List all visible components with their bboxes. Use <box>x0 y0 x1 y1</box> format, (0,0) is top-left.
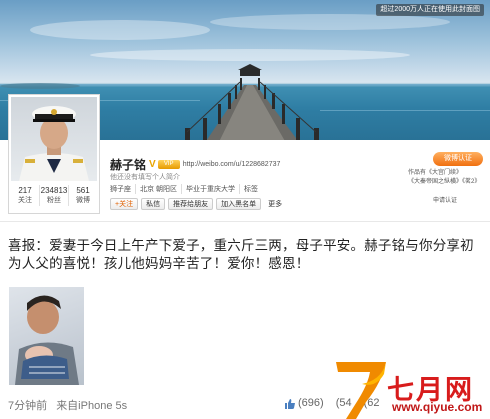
info-school[interactable]: 毕业于重庆大学 <box>186 184 240 194</box>
works-line-2: 《大秦帝国之纵横》《茗2》 <box>408 179 481 185</box>
stat-following[interactable]: 217 关注 <box>11 185 40 206</box>
info-zodiac: 狮子座 <box>110 184 136 194</box>
stat-following-count: 217 <box>18 186 32 195</box>
post-photo[interactable] <box>9 287 84 385</box>
info-location[interactable]: 北京 朝阳区 <box>140 184 182 194</box>
profile-stats: 217 关注 234813 粉丝 561 微博 <box>11 185 97 206</box>
like-count: (696) <box>298 397 324 409</box>
stat-fans-label: 粉丝 <box>47 197 61 204</box>
thumbs-up-icon <box>285 398 295 409</box>
section-divider <box>0 221 490 222</box>
message-button[interactable]: 私信 <box>141 198 166 210</box>
stat-weibo-label: 微博 <box>76 197 90 204</box>
recommend-button[interactable]: 推荐给朋友 <box>168 198 214 210</box>
site-watermark: 七月网 www.qiyue.com <box>332 362 490 419</box>
works-line-1: 作品有《大宫门续》 <box>408 170 463 176</box>
like-button[interactable]: (696) <box>284 397 324 409</box>
post-source[interactable]: 来自iPhone 5s <box>56 400 127 412</box>
weibo-cert-button[interactable]: 微博认证 <box>433 152 483 166</box>
profile-url[interactable]: http://weibo.com/u/1228682737 <box>183 161 281 168</box>
vip-badge[interactable]: VIP <box>157 159 180 169</box>
stat-weibo[interactable]: 561 微博 <box>69 185 97 206</box>
profile-works: 作品有《大宫门续》 《大秦帝国之纵横》《茗2》 <box>408 169 488 187</box>
stat-fans-count: 234813 <box>40 186 68 195</box>
profile-info: 狮子座 北京 朝阳区 毕业于重庆大学 标签 <box>110 184 266 194</box>
blacklist-button[interactable]: 加入黑名单 <box>216 198 262 210</box>
profile-name-row: 赫子铭 V VIP http://weibo.com/u/1228682737 <box>110 156 281 173</box>
stat-following-label: 关注 <box>18 197 32 204</box>
stat-fans[interactable]: 234813 粉丝 <box>40 185 69 206</box>
stat-weibo-count: 561 <box>76 186 90 195</box>
watermark-url: www.qiyue.com <box>392 400 483 414</box>
profile-actions: +关注 私信 推荐给朋友 加入黑名单 更多 <box>110 198 289 210</box>
follow-button[interactable]: +关注 <box>110 198 139 210</box>
cover-usage-banner[interactable]: 超过2000万人正在使用此封面图 <box>376 4 484 16</box>
apply-cert-link[interactable]: 申请认证 <box>433 195 457 204</box>
post-meta: 7分钟前 来自iPhone 5s <box>8 397 133 413</box>
post-time[interactable]: 7分钟前 <box>8 400 47 412</box>
post-text: 喜报：爱妻于今日上午产下爱子，重六斤三两，母子平安。赫子铭与你分享初为人父的喜悦… <box>8 238 474 271</box>
avatar[interactable] <box>11 97 97 181</box>
verified-v-icon[interactable]: V <box>149 159 156 170</box>
user-name[interactable]: 赫子铭 <box>110 156 146 173</box>
profile-description: 他还没有填写个人简介 <box>110 174 180 181</box>
info-tags[interactable]: 标签 <box>244 184 262 194</box>
more-button[interactable]: 更多 <box>264 198 286 210</box>
avatar-card: 217 关注 234813 粉丝 561 微博 <box>8 94 100 214</box>
